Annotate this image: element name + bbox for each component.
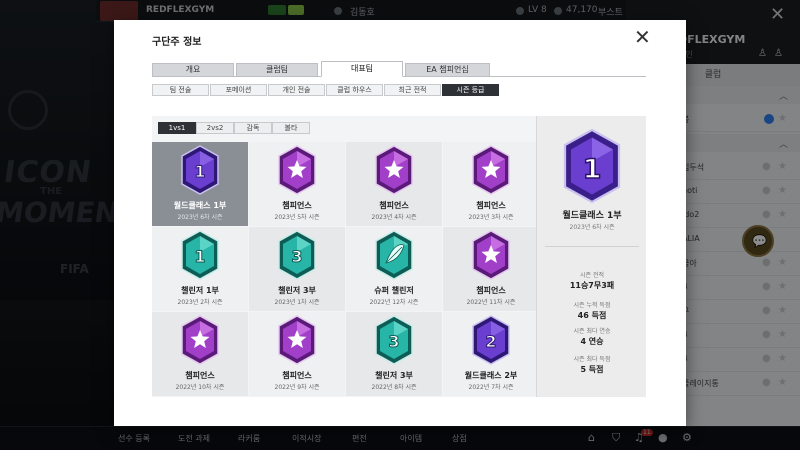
filter-1vs1[interactable]: 1vs1 (158, 122, 196, 134)
grade-tile[interactable]: 슈퍼 챌린저 2022년 12차 시즌 (346, 227, 442, 311)
grade-tile[interactable]: 챔피언스 2023년 3차 시즌 (443, 142, 539, 226)
challenger-badge-icon: 3 (275, 230, 319, 280)
champions-badge-icon (178, 315, 222, 365)
filter-manager[interactable]: 감독 (234, 122, 272, 134)
grade-tile-name: 슈퍼 챌린저 (374, 286, 414, 295)
detail-season: 2023년 6차 시즌 (569, 224, 615, 231)
grade-tile[interactable]: 3 챌린저 3부 2022년 8차 시즌 (346, 312, 442, 396)
challenger-badge-icon: 3 (372, 315, 416, 365)
grade-tile-season: 2022년 8차 시즌 (371, 384, 417, 391)
worldclass-badge-icon: 2 (469, 315, 513, 365)
filter-2vs2[interactable]: 2vs2 (196, 122, 234, 134)
grade-tile-season: 2023년 1차 시즌 (274, 299, 320, 306)
champions-badge-icon (469, 230, 513, 280)
grade-tile-name: 챔피언스 (282, 201, 312, 210)
grade-tile-name: 챔피언스 (476, 286, 506, 295)
grade-tile-season: 2023년 3차 시즌 (468, 214, 514, 221)
worldclass-badge-large-icon: 1 (559, 128, 625, 204)
grade-tile[interactable]: 2 월드클래스 2부 2022년 7차 시즌 (443, 312, 539, 396)
svg-text:1: 1 (194, 162, 205, 181)
svg-text:3: 3 (291, 247, 302, 266)
grade-tile-name: 챌린저 3부 (375, 371, 413, 380)
grade-tile-season: 2023년 6차 시즌 (177, 214, 223, 221)
svg-text:2: 2 (485, 332, 496, 351)
grade-tile-name: 챌린저 3부 (278, 286, 316, 295)
subtab-club-house[interactable]: 클럽 하우스 (326, 84, 383, 96)
streak-value: 4 연승 (580, 337, 604, 346)
champions-badge-icon (275, 145, 319, 195)
grade-tile-name: 챔피언스 (282, 371, 312, 380)
grade-tile[interactable]: 1 월드클래스 1부 2023년 6차 시즌 (152, 142, 248, 226)
grade-tile-name: 챔피언스 (379, 201, 409, 210)
grade-tile[interactable]: 챔피언스 2022년 9차 시즌 (249, 312, 345, 396)
grade-tile[interactable]: 1 챌린저 1부 2023년 2차 시즌 (152, 227, 248, 311)
grade-tile-name: 챌린저 1부 (181, 286, 219, 295)
champions-badge-icon (372, 145, 416, 195)
champions-badge-icon (469, 145, 513, 195)
tab-club-team[interactable]: 클럽팀 (236, 63, 318, 77)
champions-badge-icon (275, 315, 319, 365)
tab-overview[interactable]: 개요 (152, 63, 234, 77)
goals-value: 46 득점 (577, 311, 607, 320)
svg-text:1: 1 (194, 247, 205, 266)
grade-tile-season: 2023년 4차 시즌 (371, 214, 417, 221)
detail-grade-name: 월드클래스 1부 (562, 211, 622, 221)
streak-label: 시즌 최다 연승 (573, 328, 611, 335)
tab-ea-championship[interactable]: EA 챔피언십 (405, 63, 490, 77)
worldclass-badge-icon: 1 (178, 145, 222, 195)
grade-tile-season: 2022년 10차 시즌 (175, 384, 225, 391)
grade-tile-season: 2023년 5차 시즌 (274, 214, 320, 221)
detail-divider (545, 246, 639, 247)
season-grade-content: 1vs1 2vs2 감독 볼타 1 월드클래스 1부 2023년 6차 시즌 챔피언스… (152, 116, 646, 397)
subtab-formation[interactable]: 포메이션 (210, 84, 267, 96)
close-icon[interactable]: ✕ (634, 27, 651, 47)
svg-text:3: 3 (388, 332, 399, 351)
tab-national-team[interactable]: 대표팀 (321, 61, 403, 77)
grade-tile[interactable]: 챔피언스 2022년 11차 시즌 (443, 227, 539, 311)
grade-tile[interactable]: 챔피언스 2022년 10차 시즌 (152, 312, 248, 396)
grade-tile-season: 2022년 12차 시즌 (369, 299, 419, 306)
grade-detail-panel: 1 월드클래스 1부 2023년 6차 시즌 시즌 전적 11승7무3패 시즌 … (536, 116, 646, 397)
record-label: 시즌 전적 (580, 272, 604, 279)
subtab-recent-record[interactable]: 최근 전적 (384, 84, 441, 96)
grade-tile-season: 2023년 2차 시즌 (177, 299, 223, 306)
superchallenger-badge-icon (372, 230, 416, 280)
grade-tile-name: 챔피언스 (476, 201, 506, 210)
max-goals-label: 시즌 최다 득점 (573, 356, 611, 363)
goals-label: 시즌 누적 득점 (573, 302, 611, 309)
grade-tile[interactable]: 챔피언스 2023년 4차 시즌 (346, 142, 442, 226)
grade-tile-name: 월드클래스 1부 (173, 201, 227, 210)
subtab-team-tactics[interactable]: 팀 전술 (152, 84, 209, 96)
modal-title: 구단주 정보 (152, 37, 202, 48)
svg-text:1: 1 (583, 154, 602, 185)
subtab-season-grade[interactable]: 시즌 등급 (442, 84, 499, 96)
grade-tile-name: 챔피언스 (185, 371, 215, 380)
subtab-individual-tactics[interactable]: 개인 전술 (268, 84, 325, 96)
grade-tile[interactable]: 챔피언스 2023년 5차 시즌 (249, 142, 345, 226)
challenger-badge-icon: 1 (178, 230, 222, 280)
max-goals-value: 5 득점 (580, 365, 604, 374)
grade-tile-season: 2022년 9차 시즌 (274, 384, 320, 391)
grade-tile-season: 2022년 7차 시즌 (468, 384, 514, 391)
grade-tile[interactable]: 3 챌린저 3부 2023년 1차 시즌 (249, 227, 345, 311)
grade-tile-name: 월드클래스 2부 (464, 371, 518, 380)
owner-info-modal: 구단주 정보 ✕ 개요 클럽팀 대표팀 EA 챔피언십 팀 전술 포메이션 개인… (114, 20, 686, 426)
grade-tile-season: 2022년 11차 시즌 (466, 299, 516, 306)
filter-volta[interactable]: 볼타 (272, 122, 310, 134)
record-value: 11승7무3패 (569, 281, 615, 290)
